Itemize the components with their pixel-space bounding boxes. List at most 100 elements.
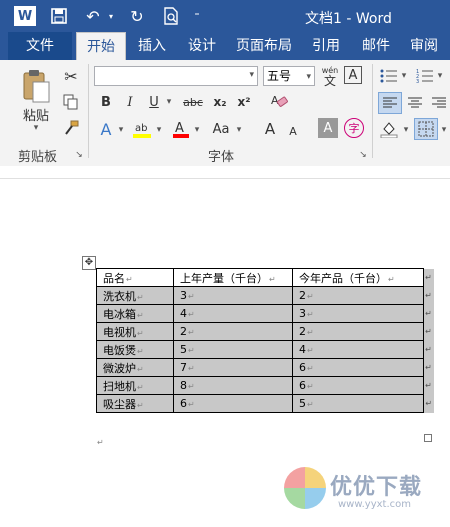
redo-icon[interactable]: ↻ xyxy=(126,6,148,26)
table-cell[interactable]: 2↵ xyxy=(292,322,424,341)
table-cell[interactable]: 电冰箱↵ xyxy=(96,304,174,323)
table-cell[interactable]: 6↵ xyxy=(173,394,293,413)
copy-icon[interactable] xyxy=(60,92,82,112)
clear-formatting-icon[interactable]: A xyxy=(268,90,290,112)
shrink-font-button[interactable]: A xyxy=(284,120,302,142)
table-cell[interactable]: 洗衣机↵ xyxy=(96,286,174,305)
ribbon-home: 粘贴 ▾ ✂ 剪贴板 ↘ ▾ 五号 ▾ wén 文 A B I U ▾ abc … xyxy=(0,60,450,167)
table-cell[interactable]: 3↵ xyxy=(292,304,424,323)
highlight-color-icon[interactable]: ab xyxy=(130,118,154,140)
data-table[interactable]: 品名↵ 上年产量（千台）↵ 今年产品（千台）↵ ↵ 洗衣机↵ 3↵ 2↵ ↵ 电… xyxy=(96,268,434,413)
table-cell[interactable]: 6↵ xyxy=(292,358,424,377)
tab-file[interactable]: 文件 xyxy=(8,32,72,60)
bullets-dropdown-icon[interactable]: ▾ xyxy=(400,70,408,82)
format-painter-icon[interactable] xyxy=(60,118,82,138)
highlight-dropdown-icon[interactable]: ▾ xyxy=(154,124,164,136)
cell-text: 8 xyxy=(180,379,187,392)
table-cell[interactable]: 4↵ xyxy=(292,340,424,359)
borders-dropdown-icon[interactable]: ▾ xyxy=(440,124,448,136)
table-cell[interactable]: 电视机↵ xyxy=(96,322,174,341)
font-name-input[interactable]: ▾ xyxy=(94,66,258,86)
tab-home[interactable]: 开始 xyxy=(76,32,126,60)
watermark-text: 优优下载 xyxy=(330,475,423,500)
title-bar: W ↶ ▾ ↻ ⁼ 文档1 - Word xyxy=(0,0,450,32)
tab-references[interactable]: 引用 xyxy=(312,32,340,60)
bold-button[interactable]: B xyxy=(98,92,114,112)
table-cell[interactable]: 7↵ xyxy=(173,358,293,377)
change-case-dropdown-icon[interactable]: ▾ xyxy=(234,124,244,136)
table-move-handle-icon[interactable]: ✥ xyxy=(82,256,96,270)
cell-text: 微波炉 xyxy=(103,361,136,375)
table-cell[interactable]: 电饭煲↵ xyxy=(96,340,174,359)
cell-text: 6 xyxy=(299,361,306,374)
tab-mailings[interactable]: 邮件 xyxy=(362,32,390,60)
tab-insert[interactable]: 插入 xyxy=(138,32,166,60)
subscript-button[interactable]: x₂ xyxy=(210,92,230,112)
save-icon[interactable] xyxy=(48,6,70,26)
tab-page-layout[interactable]: 页面布局 xyxy=(236,32,292,60)
borders-icon[interactable] xyxy=(414,118,438,140)
table-cell[interactable]: 5↵ xyxy=(292,394,424,413)
table-cell[interactable]: 5↵ xyxy=(173,340,293,359)
shading-icon[interactable] xyxy=(378,118,400,140)
row-end-marker: ↵ xyxy=(423,268,434,287)
shading-dropdown-icon[interactable]: ▾ xyxy=(402,124,410,136)
font-size-input[interactable]: 五号 ▾ xyxy=(263,66,315,86)
table-row: 洗衣机↵ 3↵ 2↵ ↵ xyxy=(96,286,434,305)
font-size-dropdown-icon[interactable]: ▾ xyxy=(306,68,311,86)
table-row: 电冰箱↵ 4↵ 3↵ ↵ xyxy=(96,304,434,323)
superscript-button[interactable]: x² xyxy=(234,92,254,112)
cell-text: 7 xyxy=(180,361,187,374)
table-cell[interactable]: 2↵ xyxy=(173,322,293,341)
table-cell[interactable]: 3↵ xyxy=(173,286,293,305)
character-shading-button[interactable]: A xyxy=(318,118,338,138)
print-preview-icon[interactable] xyxy=(160,6,182,26)
customize-qat-icon[interactable]: ⁼ xyxy=(190,6,204,26)
row-end-marker: ↵ xyxy=(423,394,434,413)
table-cell[interactable]: 4↵ xyxy=(173,304,293,323)
cut-icon[interactable]: ✂ xyxy=(60,66,82,86)
table-cell[interactable]: 8↵ xyxy=(173,376,293,395)
paste-icon[interactable] xyxy=(18,66,54,106)
table-cell[interactable]: 6↵ xyxy=(292,376,424,395)
font-color-icon[interactable]: A xyxy=(170,118,192,140)
underline-button[interactable]: U xyxy=(146,92,162,112)
tab-design[interactable]: 设计 xyxy=(188,32,216,60)
table-header-cell[interactable]: 今年产品（千台）↵ xyxy=(292,268,424,287)
header-product: 品名 xyxy=(103,271,125,285)
character-border-icon[interactable]: A xyxy=(344,66,362,84)
table-cell[interactable]: 扫地机↵ xyxy=(96,376,174,395)
tab-review[interactable]: 审阅 xyxy=(410,32,438,60)
italic-button[interactable]: I xyxy=(122,92,138,112)
table-cell[interactable]: 微波炉↵ xyxy=(96,358,174,377)
page-top-edge xyxy=(0,178,450,179)
strikethrough-button[interactable]: abc xyxy=(180,92,206,112)
table-header-cell[interactable]: 上年产量（千台）↵ xyxy=(173,268,293,287)
bullets-icon[interactable] xyxy=(378,66,400,86)
numbering-dropdown-icon[interactable]: ▾ xyxy=(436,70,444,82)
change-case-button[interactable]: Aa xyxy=(208,118,234,140)
clipboard-launcher-icon[interactable]: ↘ xyxy=(74,150,84,160)
undo-dropdown-icon[interactable]: ▾ xyxy=(104,6,118,26)
table-cell[interactable]: 2↵ xyxy=(292,286,424,305)
align-left-icon[interactable] xyxy=(378,92,402,114)
text-effects-dropdown-icon[interactable]: ▾ xyxy=(116,124,126,136)
undo-icon[interactable]: ↶ xyxy=(82,6,104,26)
table-header-cell[interactable]: 品名↵ xyxy=(96,268,174,287)
grow-font-button[interactable]: A xyxy=(260,118,280,140)
table-resize-handle-icon[interactable] xyxy=(424,434,432,442)
table-cell[interactable]: 吸尘器↵ xyxy=(96,394,174,413)
underline-dropdown-icon[interactable]: ▾ xyxy=(164,96,174,108)
cell-text: 4 xyxy=(299,343,306,356)
enclose-characters-button[interactable]: 字 xyxy=(344,118,364,138)
text-effects-icon[interactable]: A xyxy=(96,118,116,140)
font-launcher-icon[interactable]: ↘ xyxy=(358,150,368,160)
numbering-icon[interactable]: 123 xyxy=(414,66,436,86)
phonetic-guide-icon[interactable]: wén 文 xyxy=(318,64,342,88)
paste-button-label[interactable]: 粘贴 xyxy=(18,106,54,124)
font-name-dropdown-icon[interactable]: ▾ xyxy=(249,70,254,80)
paste-dropdown-icon[interactable]: ▾ xyxy=(30,122,42,134)
align-right-icon[interactable] xyxy=(428,92,450,114)
font-color-dropdown-icon[interactable]: ▾ xyxy=(192,124,202,136)
align-center-icon[interactable] xyxy=(404,92,426,114)
